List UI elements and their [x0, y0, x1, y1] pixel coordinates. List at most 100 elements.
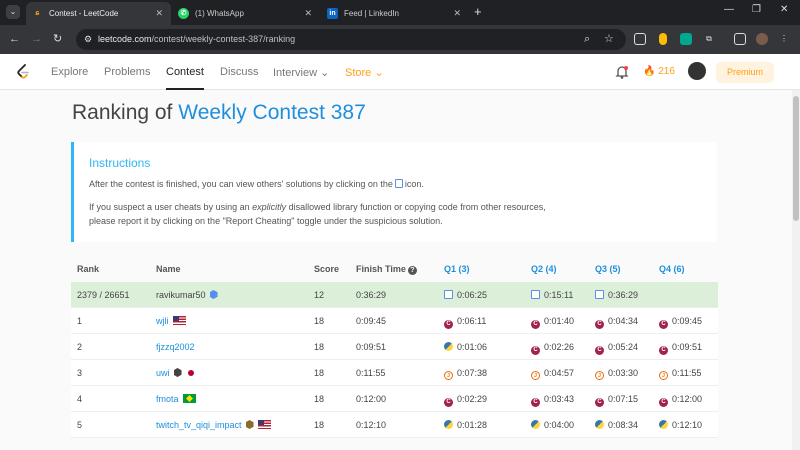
zoom-icon[interactable]: ⌕ [584, 33, 590, 45]
q2-cell[interactable]: 0:04:00 [531, 420, 574, 430]
nav-explore[interactable]: Explore [51, 66, 88, 78]
linkedin-favicon-icon: in [327, 8, 338, 19]
chrome-menu-icon[interactable]: ⋮ [778, 33, 790, 45]
browser-tab-leetcode[interactable]: ɕ Contest - LeetCode ✕ [26, 2, 171, 25]
finish-time-cell: 0:12:00 [356, 394, 387, 404]
q2-cell[interactable]: C 0:02:26 [531, 342, 574, 355]
q3-cell[interactable]: C 0:05:24 [595, 342, 638, 355]
notification-bell-icon[interactable] [615, 64, 629, 80]
python-icon [595, 420, 604, 429]
q2-cell[interactable]: C 0:01:40 [531, 316, 574, 329]
extension-bulb-icon[interactable] [659, 33, 667, 45]
cpp-icon: C [531, 398, 540, 407]
q1-cell[interactable]: 0:01:28 [444, 420, 487, 430]
q4-cell[interactable]: C 0:09:51 [659, 342, 702, 355]
nav-problems[interactable]: Problems [104, 66, 150, 78]
col-q1[interactable]: Q1 (3) [444, 264, 470, 274]
nav-interview[interactable]: Interview ⌄ [273, 66, 329, 79]
q3-cell[interactable]: 0:08:34 [595, 420, 638, 430]
help-icon[interactable]: ? [407, 266, 417, 275]
leetcode-logo-icon[interactable] [16, 64, 30, 80]
col-q3[interactable]: Q3 (5) [595, 264, 621, 274]
back-icon[interactable]: ← [9, 33, 20, 45]
q2-cell[interactable]: J 0:04:57 [531, 368, 574, 380]
extension-screen-icon[interactable] [634, 33, 646, 45]
contest-link[interactable]: Weekly Contest 387 [178, 101, 366, 124]
finish-time-cell: 0:09:51 [356, 342, 387, 352]
tab-search-button[interactable]: ⌄ [6, 5, 20, 19]
new-tab-button[interactable]: + [474, 5, 482, 19]
close-tab-icon[interactable]: ✕ [304, 8, 312, 19]
extensions-puzzle-icon[interactable]: ⧉ [703, 33, 715, 45]
instructions-paragraph-2: If you suspect a user cheats by using an… [89, 202, 546, 226]
premium-button[interactable]: Premium [716, 62, 774, 83]
q1-cell[interactable]: J 0:07:38 [444, 368, 487, 380]
username-link[interactable]: fjzzq2002 [156, 342, 195, 352]
username-link[interactable]: ravikumar50 [156, 290, 218, 300]
q4-cell[interactable]: C 0:09:45 [659, 316, 702, 329]
japan-flag-icon [187, 370, 194, 376]
score-cell: 18 [314, 420, 325, 430]
side-panel-icon[interactable] [734, 33, 746, 45]
q1-cell[interactable]: C 0:02:29 [444, 394, 487, 407]
instructions-panel: Instructions After the contest is finish… [71, 142, 717, 242]
username-link[interactable]: twitch_tv_qiqi_impact [156, 420, 271, 430]
tab-title: (1) WhatsApp [195, 9, 244, 18]
close-window-icon[interactable]: ✕ [780, 4, 788, 15]
user-avatar[interactable] [688, 62, 706, 80]
address-bar[interactable]: ⚙ leetcode.com/contest/weekly-contest-38… [76, 29, 626, 50]
minimize-icon[interactable]: — [724, 4, 734, 15]
rank-cell: 2379 / 26651 [77, 290, 130, 300]
score-cell: 18 [314, 394, 325, 404]
col-q2[interactable]: Q2 (4) [531, 264, 557, 274]
profile-avatar-icon[interactable] [756, 33, 768, 45]
q4-cell[interactable]: 0:12:10 [659, 420, 702, 430]
table-row: 3 uwi 18 0:11:55 J 0:07:38 J 0:04:57 J 0:03… [71, 360, 718, 386]
col-rank: Rank [77, 264, 100, 274]
browser-tab-linkedin[interactable]: in Feed | LinkedIn ✕ [321, 2, 469, 25]
q3-cell[interactable]: J 0:03:30 [595, 368, 638, 380]
streak-counter[interactable]: 🔥 216 [643, 66, 675, 77]
us-flag-icon [257, 420, 271, 429]
chevron-down-icon: ⌄ [374, 67, 384, 79]
leetcode-favicon-icon: ɕ [35, 10, 40, 17]
rank-cell: 5 [77, 420, 83, 430]
rank-cell: 3 [77, 368, 83, 378]
q4-cell[interactable]: J 0:11:55 [659, 368, 701, 380]
q2-cell[interactable]: 0:15:11 [531, 290, 573, 300]
close-tab-icon[interactable]: ✕ [453, 8, 461, 19]
q3-cell[interactable]: C 0:04:34 [595, 316, 638, 329]
guardian-badge-icon [245, 420, 254, 429]
nav-contest[interactable]: Contest [166, 66, 204, 78]
score-cell: 18 [314, 342, 325, 352]
guardian-badge-icon [173, 368, 182, 377]
col-finish-time: Finish Time? [356, 264, 417, 275]
site-info-icon[interactable]: ⚙ [84, 33, 92, 45]
username-link[interactable]: fmota [156, 394, 196, 404]
username-link[interactable]: wjli [156, 316, 186, 326]
us-flag-icon [172, 316, 186, 325]
restore-icon[interactable]: ❐ [752, 4, 761, 15]
cpp-icon: C [444, 398, 453, 407]
col-q4[interactable]: Q4 (6) [659, 264, 685, 274]
reload-icon[interactable]: ↻ [53, 33, 62, 45]
extension-green-icon[interactable] [680, 33, 692, 45]
q3-cell[interactable]: 0:36:29 [595, 290, 638, 300]
nav-discuss[interactable]: Discuss [220, 66, 259, 78]
q1-cell[interactable]: 0:06:25 [444, 290, 487, 300]
q2-cell[interactable]: C 0:03:43 [531, 394, 574, 407]
q3-cell[interactable]: C 0:07:15 [595, 394, 638, 407]
username-link[interactable]: uwi [156, 368, 194, 378]
bookmark-star-icon[interactable]: ☆ [604, 33, 614, 45]
q1-cell[interactable]: 0:01:06 [444, 342, 487, 352]
page-scrollbar[interactable] [792, 90, 800, 450]
solution-doc-icon [394, 179, 403, 188]
cpp-icon: C [531, 320, 540, 329]
q4-cell[interactable]: C 0:12:00 [659, 394, 702, 407]
nav-store[interactable]: Store ⌄ [345, 66, 384, 79]
browser-tab-whatsapp[interactable]: ✆ (1) WhatsApp ✕ [172, 2, 320, 25]
scrollbar-thumb[interactable] [793, 96, 799, 221]
q1-cell[interactable]: C 0:06:11 [444, 316, 486, 329]
close-tab-icon[interactable]: ✕ [155, 8, 163, 19]
forward-icon[interactable]: → [31, 33, 42, 45]
